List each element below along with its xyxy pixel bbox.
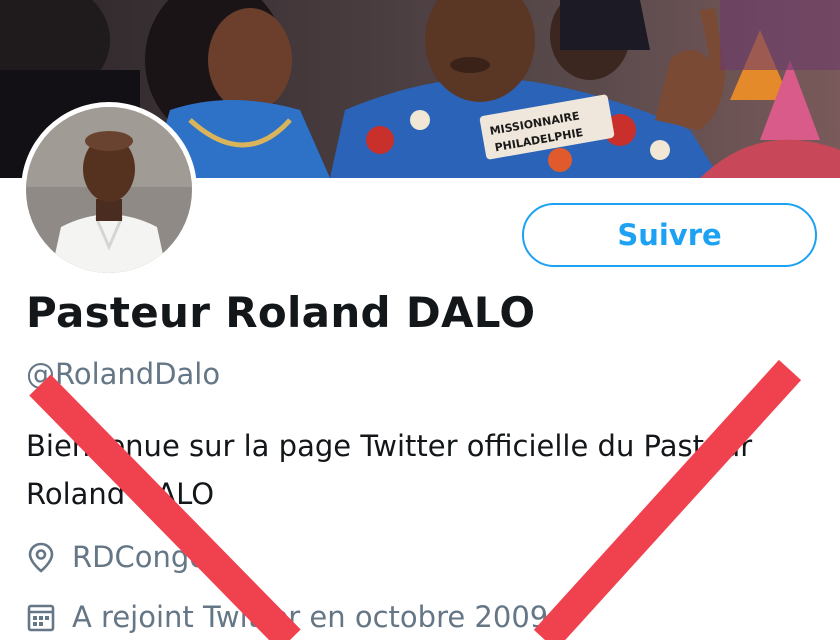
profile-bio: Bienvenue sur la page Twitter officielle… bbox=[26, 429, 753, 511]
profile-location: RDCongo bbox=[26, 540, 207, 574]
username-handle: @RolandDalo bbox=[26, 357, 221, 391]
display-name: Pasteur Roland DALO bbox=[26, 288, 536, 337]
calendar-icon bbox=[26, 601, 58, 633]
join-date-text: A rejoint Twitter en octobre 2009 bbox=[72, 600, 549, 634]
avatar[interactable] bbox=[21, 102, 197, 278]
follow-button[interactable]: Suivre bbox=[522, 203, 817, 267]
profile-join-date: A rejoint Twitter en octobre 2009 bbox=[26, 600, 548, 634]
location-pin-icon bbox=[26, 541, 58, 573]
avatar-photo bbox=[26, 107, 192, 273]
location-text: RDCongo bbox=[72, 540, 208, 574]
